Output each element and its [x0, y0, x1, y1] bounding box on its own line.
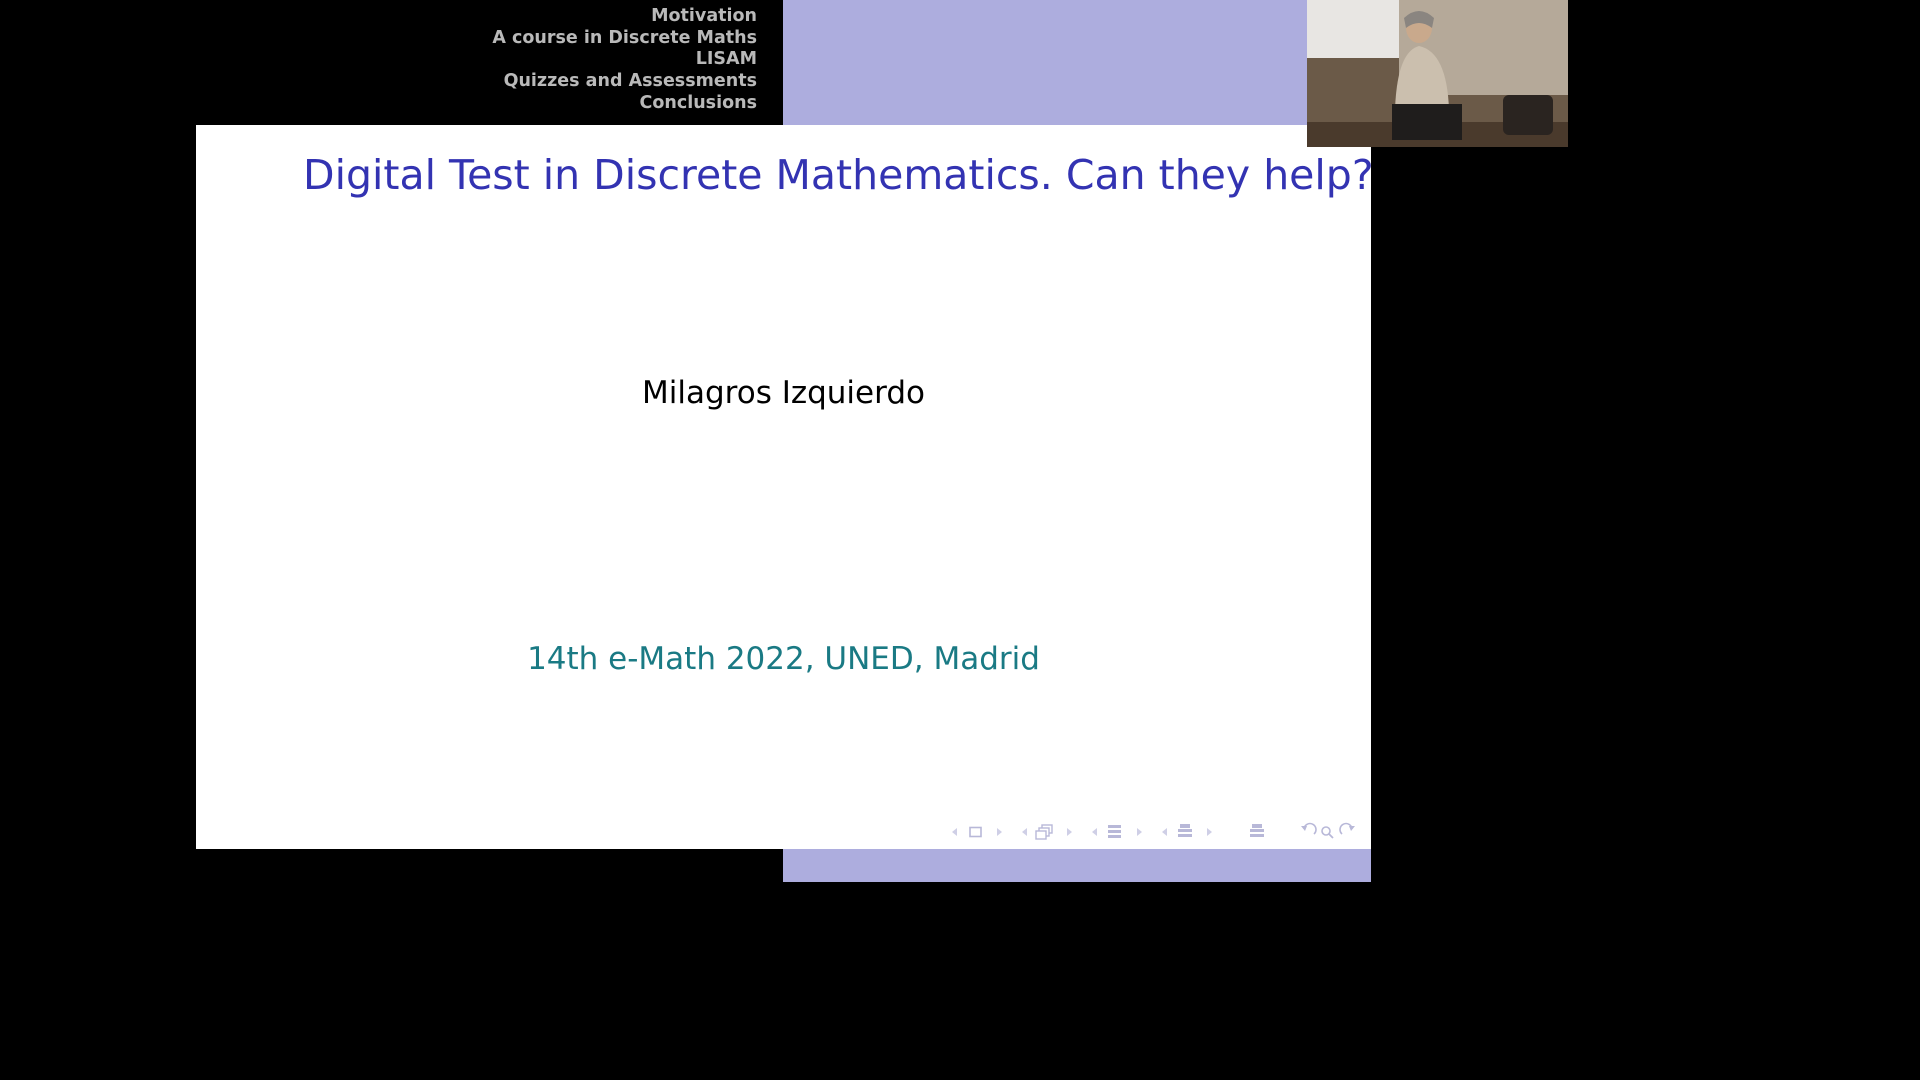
author-name: Milagros Izquierdo — [642, 375, 925, 411]
footer-lilac-band — [783, 849, 1371, 882]
document-nav-icon[interactable] — [1158, 822, 1216, 842]
slide-title: Digital Test in Discrete Mathematics. Ca… — [303, 151, 1374, 199]
presenter-webcam — [1307, 0, 1568, 147]
section-link-conclusions[interactable]: Conclusions — [492, 93, 757, 115]
back-search-forward-icon[interactable] — [1298, 822, 1364, 842]
subsection-nav-icon[interactable] — [1018, 822, 1076, 842]
section-link-lisam[interactable]: LISAM — [492, 49, 757, 71]
event-info: 14th e-Math 2022, UNED, Madrid — [527, 641, 1040, 677]
section-navigation: Motivation A course in Discrete Maths LI… — [492, 6, 757, 115]
presenter-video-frame — [1307, 0, 1568, 147]
section-link-course[interactable]: A course in Discrete Maths — [492, 28, 757, 50]
appendix-nav-icon[interactable] — [1248, 822, 1272, 842]
section-nav-icon[interactable] — [1088, 822, 1146, 842]
header-lilac-band — [783, 0, 1371, 125]
slide-frame: Digital Test in Discrete Mathematics. Ca… — [196, 125, 1374, 849]
frame-nav-icon[interactable] — [948, 822, 1006, 842]
beamer-navigation-bar — [948, 822, 1366, 842]
section-link-quizzes[interactable]: Quizzes and Assessments — [492, 71, 757, 93]
section-link-motivation[interactable]: Motivation — [492, 6, 757, 28]
